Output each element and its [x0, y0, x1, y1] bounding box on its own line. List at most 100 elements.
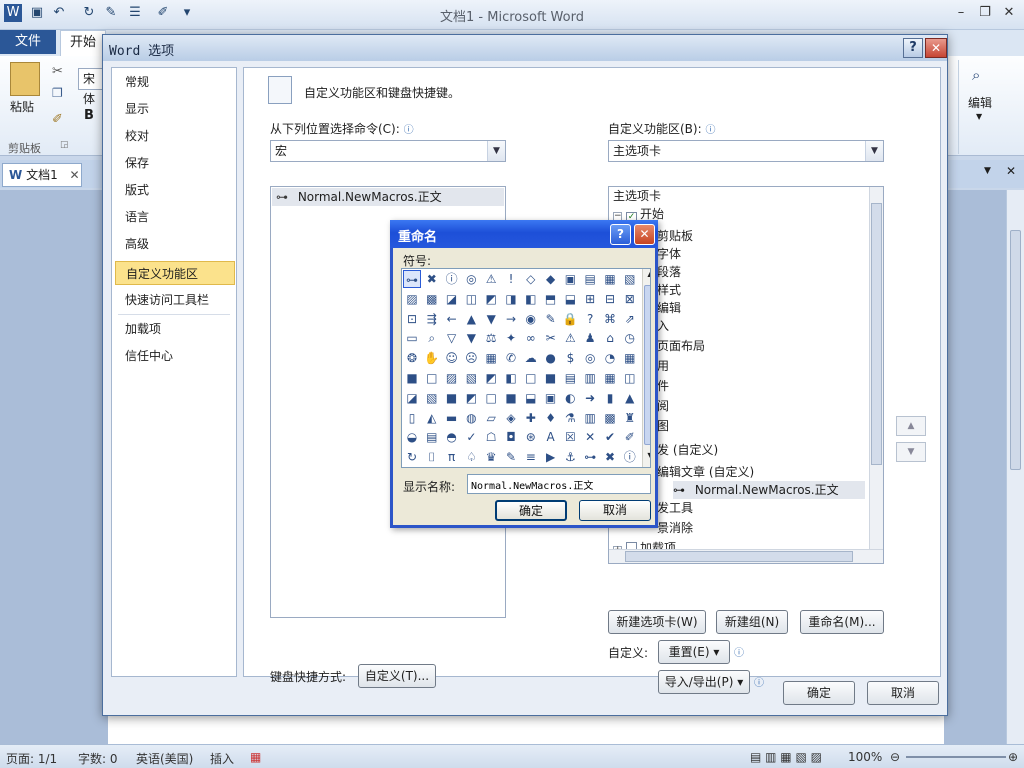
- symbol-option-icon[interactable]: ⌘: [601, 310, 619, 328]
- status-language[interactable]: 英语(美国): [136, 750, 193, 767]
- tree-item[interactable]: 段落: [657, 263, 681, 281]
- symbol-option-icon[interactable]: ⓘ: [443, 270, 461, 288]
- paste-icon[interactable]: [10, 62, 40, 96]
- symbol-option-icon[interactable]: ⇶: [423, 310, 441, 328]
- symbol-option-icon[interactable]: ✔: [601, 428, 619, 446]
- scroll-up-icon[interactable]: ▲: [644, 269, 650, 283]
- symbol-option-icon[interactable]: ✐: [621, 428, 639, 446]
- close-doc-icon[interactable]: ✕: [1006, 164, 1016, 178]
- symbol-option-icon[interactable]: ⚠: [561, 329, 579, 347]
- symbol-option-icon[interactable]: ▨: [443, 369, 461, 387]
- document-tab[interactable]: W 文档1 ✕: [2, 163, 82, 187]
- symbol-option-icon[interactable]: ▥: [581, 409, 599, 427]
- tree-horizontal-scrollbar[interactable]: [609, 549, 883, 563]
- symbol-option-icon[interactable]: ▩: [423, 290, 441, 308]
- nav-quick-access-toolbar[interactable]: 快速访问工具栏: [115, 288, 235, 312]
- symbol-option-icon[interactable]: ✦: [502, 329, 520, 347]
- symbol-option-icon[interactable]: ✂: [542, 329, 560, 347]
- zoom-slider[interactable]: [906, 756, 1006, 758]
- symbol-option-icon[interactable]: ◫: [621, 369, 639, 387]
- tree-item[interactable]: 页面布局: [657, 337, 705, 355]
- symbol-option-icon[interactable]: ▥: [581, 369, 599, 387]
- symbol-option-icon[interactable]: ▮: [601, 389, 619, 407]
- nav-proofing[interactable]: 校对: [115, 124, 235, 148]
- ok-button[interactable]: 确定: [783, 681, 855, 705]
- tree-item[interactable]: 发工具: [657, 499, 693, 517]
- symbol-option-icon[interactable]: ■: [542, 369, 560, 387]
- rename-button[interactable]: 重命名(M)...: [800, 610, 884, 634]
- symbol-option-icon[interactable]: ☒: [561, 428, 579, 446]
- nav-language[interactable]: 语言: [115, 205, 235, 229]
- tree-item[interactable]: 样式: [657, 281, 681, 299]
- symbol-option-icon[interactable]: ◩: [462, 389, 480, 407]
- symbol-option-icon[interactable]: ♟: [581, 329, 599, 347]
- symbol-option-icon[interactable]: ⌂: [601, 329, 619, 347]
- new-tab-button[interactable]: 新建选项卡(W): [608, 610, 706, 634]
- close-tab-icon[interactable]: ✕: [70, 168, 80, 182]
- tree-item[interactable]: 用: [657, 357, 669, 375]
- status-insert[interactable]: 插入: [210, 750, 234, 767]
- symbol-option-icon[interactable]: ⚓: [561, 448, 579, 466]
- symbol-option-icon[interactable]: ◪: [443, 290, 461, 308]
- symbol-option-icon[interactable]: ⌷: [423, 448, 441, 466]
- symbol-option-icon[interactable]: ⊞: [581, 290, 599, 308]
- symbol-option-icon[interactable]: →: [502, 310, 520, 328]
- scroll-thumb[interactable]: [625, 551, 853, 562]
- symbol-option-icon[interactable]: ■: [443, 389, 461, 407]
- symbol-option-icon[interactable]: ▬: [443, 409, 461, 427]
- new-group-button[interactable]: 新建组(N): [716, 610, 788, 634]
- symbol-option-icon[interactable]: □: [522, 369, 540, 387]
- symbol-option-icon[interactable]: ✎: [502, 448, 520, 466]
- symbol-option-icon[interactable]: ☁: [522, 349, 540, 367]
- symbol-option-icon[interactable]: ◫: [462, 290, 480, 308]
- tree-vertical-scrollbar[interactable]: [869, 187, 883, 549]
- symbol-option-icon[interactable]: ▧: [423, 389, 441, 407]
- symbol-option-icon[interactable]: ▯: [403, 409, 421, 427]
- symbol-option-icon[interactable]: ◆: [542, 270, 560, 288]
- help-button[interactable]: ?: [903, 38, 923, 58]
- status-page[interactable]: 页面: 1/1: [6, 750, 57, 767]
- symbol-option-icon[interactable]: ▦: [621, 349, 639, 367]
- symbol-option-icon[interactable]: ⚖: [482, 329, 500, 347]
- minimize-icon[interactable]: –: [950, 4, 972, 22]
- symbol-grid-scrollbar[interactable]: ▲ ▼: [642, 269, 650, 467]
- symbol-option-icon[interactable]: ▼: [482, 310, 500, 328]
- symbol-option-icon[interactable]: ◈: [502, 409, 520, 427]
- edit-group-label[interactable]: 编辑: [968, 94, 992, 111]
- symbol-option-icon[interactable]: ◪: [403, 389, 421, 407]
- scroll-thumb[interactable]: [1010, 230, 1021, 470]
- symbol-option-icon[interactable]: ✖: [423, 270, 441, 288]
- symbol-option-icon[interactable]: ✖: [601, 448, 619, 466]
- chevron-down-icon[interactable]: ▼: [976, 112, 982, 121]
- close-icon[interactable]: ✕: [998, 4, 1020, 22]
- tree-item[interactable]: 景消除: [657, 519, 693, 537]
- symbol-option-icon[interactable]: ◇: [522, 270, 540, 288]
- symbol-option-icon[interactable]: ➜: [581, 389, 599, 407]
- symbol-option-icon[interactable]: ▶: [542, 448, 560, 466]
- symbol-option-icon[interactable]: ∞: [522, 329, 540, 347]
- symbol-option-icon[interactable]: ▼: [462, 329, 480, 347]
- find-icon[interactable]: ⌕: [972, 66, 980, 84]
- symbol-option-icon[interactable]: ✚: [522, 409, 540, 427]
- symbol-option-icon[interactable]: ✓: [462, 428, 480, 446]
- symbol-option-icon[interactable]: ◎: [581, 349, 599, 367]
- status-zoom[interactable]: 100%: [848, 750, 882, 764]
- import-export-button[interactable]: 导入/导出(P) ▾: [658, 670, 750, 694]
- scroll-down-icon[interactable]: ▼: [644, 451, 650, 465]
- list-item[interactable]: ⊶ Normal.NewMacros.正文: [272, 188, 504, 206]
- display-name-input[interactable]: [467, 474, 651, 494]
- paste-label[interactable]: 粘贴: [10, 98, 34, 115]
- view-buttons-icon[interactable]: ▤ ▥ ▦ ▧ ▨: [750, 750, 822, 764]
- bold-button[interactable]: B: [84, 108, 94, 123]
- symbol-option-icon[interactable]: ▲: [462, 310, 480, 328]
- symbol-option-icon[interactable]: ◍: [462, 409, 480, 427]
- symbol-option-icon[interactable]: ♦: [542, 409, 560, 427]
- nav-add-ins[interactable]: 加载项: [115, 317, 235, 341]
- symbol-option-icon[interactable]: ◭: [423, 409, 441, 427]
- symbol-option-icon[interactable]: ▭: [403, 329, 421, 347]
- rename-ok-button[interactable]: 确定: [495, 500, 567, 521]
- tree-item[interactable]: 发 (自定义): [657, 441, 718, 459]
- help-button[interactable]: ?: [610, 224, 631, 245]
- move-up-button[interactable]: ▲: [896, 416, 926, 436]
- nav-save[interactable]: 保存: [115, 151, 235, 175]
